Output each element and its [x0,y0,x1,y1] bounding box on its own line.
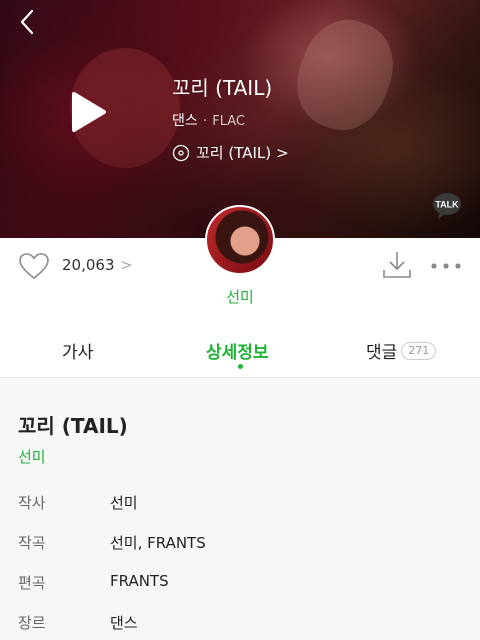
detail-song-title: 꼬리 (TAIL) [18,414,128,438]
album-disc-icon [172,144,190,161]
track-title: 꼬리 (TAIL) [172,76,273,100]
tab-lyrics[interactable]: 가사 [62,338,93,363]
kakao-talk-share-icon[interactable]: TALK [432,192,462,220]
like-chevron-icon: > [120,256,133,274]
info-value: 댄스 [110,614,138,632]
more-options-icon[interactable] [430,262,462,270]
like-count[interactable]: 20,063 [62,256,115,274]
back-chevron-icon[interactable] [14,8,42,36]
track-meta: 댄스 · FLAC [172,110,245,130]
album-name: 꼬리 (TAIL) [196,144,272,162]
detail-artist-link[interactable]: 선미 [18,446,46,467]
artist-avatar[interactable] [205,205,275,275]
download-icon[interactable] [382,250,412,280]
info-label: 작사 [18,494,46,512]
hero-banner: 꼬리 (TAIL) 댄스 · FLAC 꼬리 (TAIL) > TALK [0,0,480,238]
album-link[interactable]: 꼬리 (TAIL) > [172,142,289,163]
format-label: FLAC [212,114,245,129]
play-icon[interactable] [68,90,108,134]
info-value: 선미 [110,494,138,512]
active-tab-indicator [238,364,243,369]
tab-comments-label: 댓글 [366,343,398,363]
info-value: 선미, FRANTS [110,534,206,552]
info-label: 장르 [18,614,46,632]
song-detail-panel: 꼬리 (TAIL) 선미 작사 선미 작곡 선미, FRANTS 편곡 FRAN… [0,378,480,640]
info-row-genre: 장르 댄스 [18,612,458,634]
meta-separator: · [202,113,208,129]
genre-label: 댄스 [172,113,198,129]
tab-detail[interactable]: 상세정보 [206,338,269,363]
info-row-composer: 작곡 선미, FRANTS [18,532,458,554]
tab-comments[interactable]: 댓글 271 [366,338,437,363]
info-value: FRANTS [110,572,169,590]
talk-label: TALK [435,200,459,210]
info-label: 작곡 [18,534,46,552]
info-row-arranger: 편곡 FRANTS [18,572,458,594]
heart-icon[interactable] [18,252,50,280]
info-label: 편곡 [18,574,46,592]
artist-name[interactable]: 선미 [0,286,480,307]
comment-count-badge: 271 [401,341,437,360]
album-chevron-icon: > [276,143,289,162]
info-row-lyricist: 작사 선미 [18,492,458,514]
tab-bar: 가사 상세정보 댓글 271 [0,332,480,378]
